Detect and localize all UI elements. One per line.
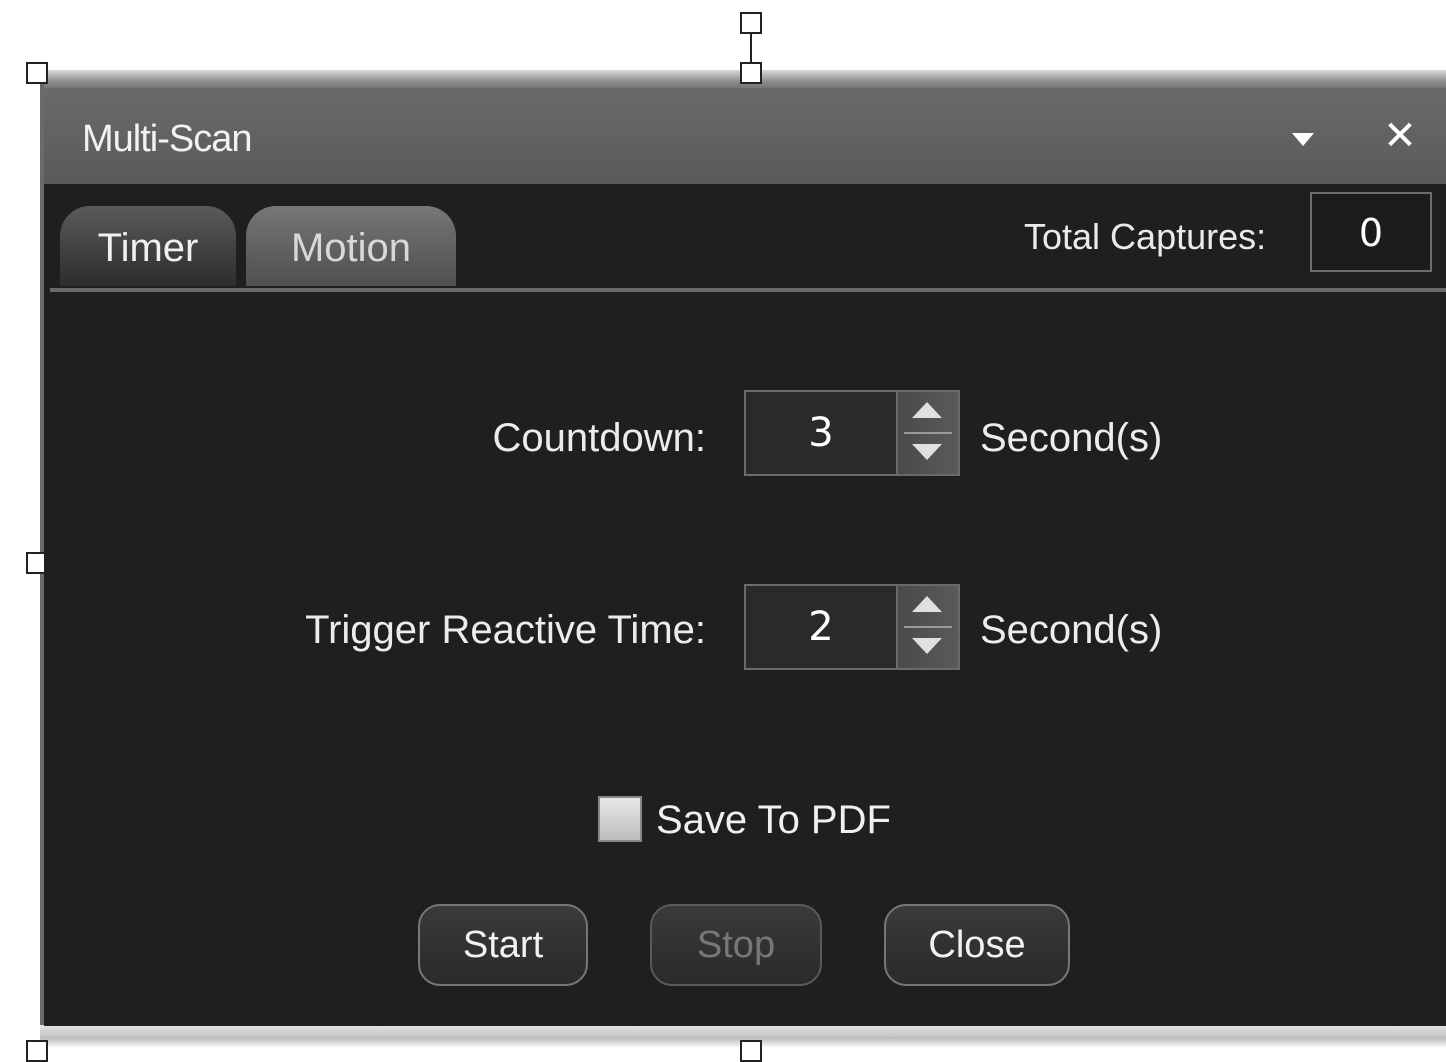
rotate-handle[interactable] xyxy=(740,12,762,34)
trigger-spin-buttons xyxy=(896,586,958,668)
total-captures-label: Total Captures: xyxy=(1024,216,1267,257)
total-captures-value: 0 xyxy=(1310,192,1432,272)
stop-button[interactable]: Stop xyxy=(650,904,822,986)
trigger-reactive-time-value[interactable]: 2 xyxy=(746,586,896,668)
countdown-spinner[interactable]: 3 xyxy=(744,390,960,476)
save-to-pdf-checkbox[interactable] xyxy=(598,796,642,842)
countdown-label: Countdown: xyxy=(492,416,706,460)
close-button[interactable]: Close xyxy=(884,904,1070,986)
trigger-down-arrow-icon[interactable] xyxy=(912,638,942,654)
trigger-up-arrow-icon[interactable] xyxy=(912,596,942,612)
resize-handle-top[interactable] xyxy=(740,62,762,84)
save-to-pdf-label[interactable]: Save To PDF xyxy=(656,798,891,843)
start-button[interactable]: Start xyxy=(418,904,588,986)
dropdown-arrow-icon[interactable] xyxy=(1288,124,1318,154)
title-bar[interactable]: Multi-Scan ✕ xyxy=(44,88,1446,184)
window-title: Multi-Scan xyxy=(82,118,252,160)
resize-handle-bottom-left[interactable] xyxy=(26,1040,48,1062)
resize-handle-bottom[interactable] xyxy=(740,1040,762,1062)
tab-motion[interactable]: Motion xyxy=(246,206,456,286)
tab-timer[interactable]: Timer xyxy=(60,206,236,286)
countdown-up-arrow-icon[interactable] xyxy=(912,402,942,418)
trigger-reactive-time-label: Trigger Reactive Time: xyxy=(305,608,706,652)
multi-scan-dialog: Multi-Scan ✕ Timer Motion Total Captures… xyxy=(44,88,1446,1026)
resize-handle-top-left[interactable] xyxy=(26,62,48,84)
trigger-reactive-time-unit: Second(s) xyxy=(980,608,1163,652)
countdown-down-arrow-icon[interactable] xyxy=(912,444,942,460)
countdown-spin-buttons xyxy=(896,392,958,474)
countdown-value[interactable]: 3 xyxy=(746,392,896,474)
tab-divider xyxy=(50,288,1446,292)
close-icon[interactable]: ✕ xyxy=(1380,116,1420,156)
spin-divider xyxy=(904,626,952,628)
spin-divider xyxy=(904,432,952,434)
trigger-reactive-time-spinner[interactable]: 2 xyxy=(744,584,960,670)
countdown-unit: Second(s) xyxy=(980,416,1163,460)
